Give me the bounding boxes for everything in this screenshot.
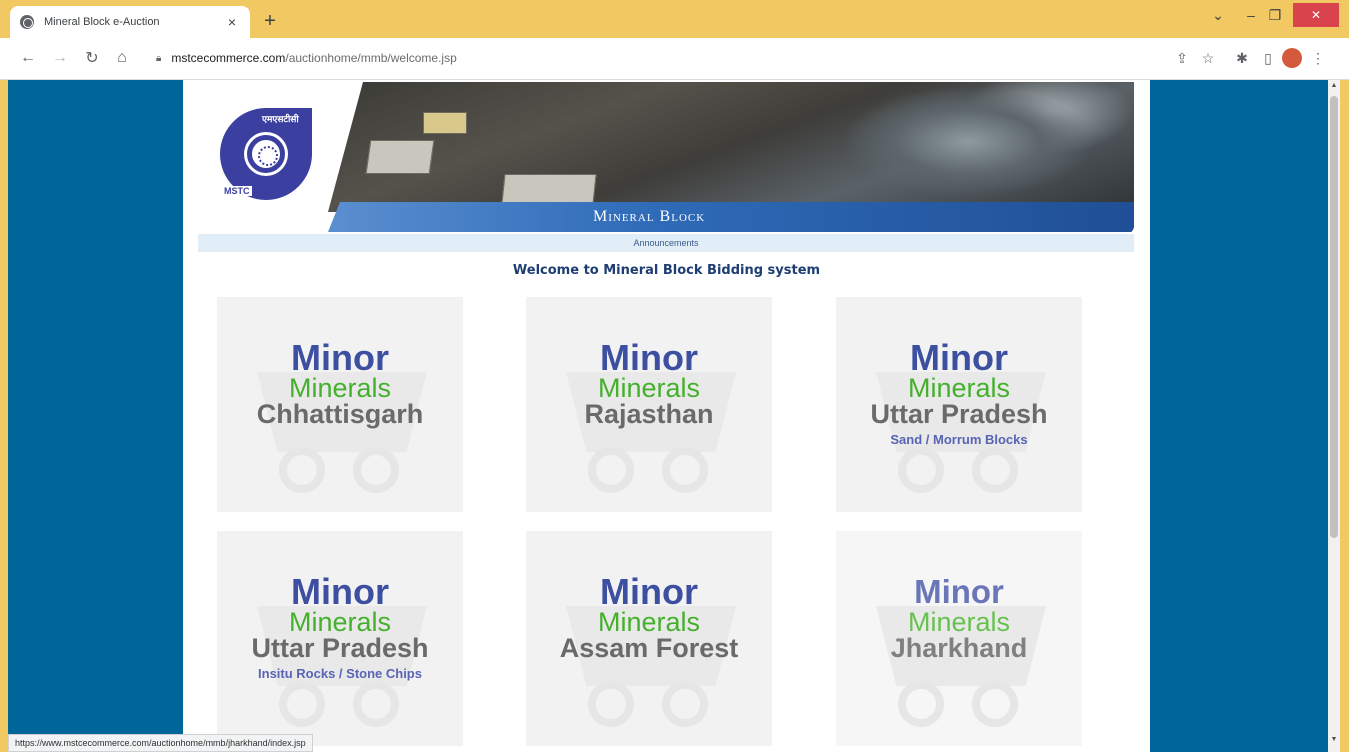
forward-arrow-icon[interactable]: → [48,46,72,70]
address-bar[interactable]: 🔒︎ mstcecommerce.com/auctionhome/mmb/wel… [142,44,1152,72]
tile-minor: Minor [291,571,389,612]
cart-wheel-icon [279,681,325,727]
tile-assam-forest[interactable]: Minor Minerals Assam Forest [526,531,772,746]
banner-title-strip [328,202,1134,232]
tile-minerals: Minerals [288,607,392,637]
tile-minor: Minor [910,337,1008,378]
tile-state: Chhattisgarh [256,399,424,429]
tile-rajasthan[interactable]: Minor Minerals Rajasthan [526,297,772,512]
tab-close-button[interactable]: × [224,14,240,30]
kebab-menu-icon[interactable]: ⋮ [1308,48,1328,68]
tile-state: Uttar Pradesh [870,399,1048,429]
minimize-icon[interactable]: – [1240,0,1262,30]
share-icon[interactable]: ⇪ [1172,48,1192,68]
tab-search-icon[interactable]: ⌄ [1205,0,1231,30]
tile-state: Assam Forest [559,633,739,663]
tile-subtitle: Sand / Morrum Blocks [890,432,1028,447]
page-content: Mineral Block एमएसटीसी MSTC Announcement… [183,80,1150,752]
status-url-bubble: https://www.mstcecommerce.com/auctionhom… [8,734,313,752]
cart-wheel-icon [588,681,634,727]
tile-minor: Minor [600,337,698,378]
tile-minerals: Minerals [597,373,701,403]
tile-minor: Minor [291,337,389,378]
window-close-button[interactable]: ✕ [1293,3,1339,27]
scroll-thumb[interactable] [1330,96,1338,538]
excavator-image [423,112,467,134]
side-panel-icon[interactable]: ▯ [1258,48,1278,68]
tile-chhattisgarh[interactable]: Minor Minerals Chhattisgarh [217,297,463,512]
scroll-down-arrow-icon[interactable]: ▼ [1328,736,1340,748]
tile-minerals: Minerals [288,373,392,403]
cart-wheel-icon [662,681,708,727]
cart-wheel-icon [972,681,1018,727]
mining-photo [328,82,1134,212]
restore-icon[interactable]: ❐ [1264,0,1286,30]
header-banner: Mineral Block एमएसटीसी MSTC [198,82,1134,234]
extensions-puzzle-icon[interactable]: ✱ [1232,48,1252,68]
lock-icon[interactable]: 🔒︎ [156,53,161,64]
tile-uttar-pradesh-sand[interactable]: Minor Minerals Uttar Pradesh Sand / Morr… [836,297,1082,512]
cart-wheel-icon [353,447,399,493]
tab-strip: Mineral Block e-Auction × + ⌄ – ❐ ✕ [0,0,1349,38]
tile-label: Minor Minerals Uttar Pradesh Sand / Morr… [836,337,1082,451]
tile-subtitle: Insitu Rocks / Stone Chips [258,666,422,681]
cart-wheel-icon [662,447,708,493]
tile-minerals: Minerals [907,373,1011,403]
cart-wheel-icon [279,447,325,493]
announcements-link[interactable]: Announcements [198,234,1134,252]
globe-icon [20,15,34,29]
scroll-up-arrow-icon[interactable]: ▲ [1328,82,1340,94]
tile-jharkhand[interactable]: Minor Minerals Jharkhand [836,531,1082,746]
tile-state: Uttar Pradesh [251,633,429,663]
browser-toolbar: ← → ↻ ⌂ 🔒︎ mstcecommerce.com/auctionhome… [0,38,1349,80]
tile-minor: Minor [600,571,698,612]
url-host: mstcecommerce.com [171,51,286,65]
banner-title: Mineral Block [593,208,706,225]
profile-avatar[interactable] [1282,48,1302,68]
tile-label: Minor Minerals Jharkhand [836,573,1082,663]
tile-label: Minor Minerals Chhattisgarh [217,337,463,429]
dump-truck-image [501,174,597,204]
cart-wheel-icon [898,447,944,493]
tile-minerals: Minerals [597,607,701,637]
tile-state: Jharkhand [890,633,1028,663]
reload-icon[interactable]: ↻ [80,46,104,70]
tile-label: Minor Minerals Assam Forest [526,571,772,663]
tile-state: Rajasthan [584,399,714,429]
home-icon[interactable]: ⌂ [110,46,134,70]
new-tab-button[interactable]: + [258,9,282,33]
tile-label: Minor Minerals Uttar Pradesh Insitu Rock… [217,571,463,685]
tile-uttar-pradesh-insitu[interactable]: Minor Minerals Uttar Pradesh Insitu Rock… [217,531,463,746]
cart-wheel-icon [588,447,634,493]
tile-minerals: Minerals [907,607,1011,637]
welcome-heading: Welcome to Mineral Block Bidding system [512,263,821,278]
browser-tab[interactable]: Mineral Block e-Auction × [10,6,250,38]
bookmark-star-icon[interactable]: ☆ [1198,48,1218,68]
vertical-scrollbar[interactable]: ▲ ▼ [1328,80,1340,752]
tab-title: Mineral Block e-Auction [44,16,160,28]
logo-hindi-text: एमएसटीसी [262,114,299,124]
tile-label: Minor Minerals Rajasthan [526,337,772,429]
tile-minor: Minor [914,573,1004,610]
cart-wheel-icon [972,447,1018,493]
dump-truck-image [365,140,435,174]
logo-text: MSTC [222,186,252,196]
url-path: /auctionhome/mmb/welcome.jsp [285,51,457,65]
cart-wheel-icon [353,681,399,727]
address-url: mstcecommerce.com/auctionhome/mmb/welcom… [171,51,456,65]
logo-emblem-icon [247,135,285,173]
back-arrow-icon[interactable]: ← [16,46,40,70]
mstc-logo[interactable]: एमएसटीसी MSTC [220,108,312,200]
cart-wheel-icon [898,681,944,727]
page-viewport: Mineral Block एमएसटीसी MSTC Announcement… [8,80,1340,752]
